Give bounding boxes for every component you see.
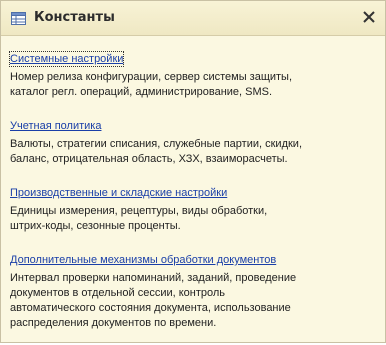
document-mechanisms-link[interactable]: Дополнительные механизмы обработки докум… <box>10 253 276 267</box>
constants-window: Константы Системные настройки Номер рели… <box>0 0 386 343</box>
accounting-policy-description: Валюты, стратегии списания, служебные па… <box>10 138 302 165</box>
system-settings-description: Номер релиза конфигурации, сервер систем… <box>10 71 293 98</box>
production-warehouse-link[interactable]: Производственные и складские настройки <box>10 186 227 200</box>
section-document-mechanisms: Дополнительные механизмы обработки докум… <box>10 248 378 331</box>
title-bar: Константы <box>1 1 385 36</box>
close-icon[interactable] <box>361 9 377 25</box>
window-title: Константы <box>34 10 115 25</box>
sections-list: Системные настройки Номер релиза конфигу… <box>8 47 378 345</box>
accounting-policy-link[interactable]: Учетная политика <box>10 119 101 133</box>
section-accounting-policy: Учетная политика Валюты, стратегии списа… <box>10 114 378 167</box>
section-system-settings: Системные настройки Номер релиза конфигу… <box>8 47 378 100</box>
section-production-warehouse: Производственные и складские настройки Е… <box>10 181 378 234</box>
production-warehouse-description: Единицы измерения, рецептуры, виды обраб… <box>10 205 268 232</box>
document-mechanisms-description: Интервал проверки напоминаний, заданий, … <box>10 272 297 329</box>
grid-table-icon <box>11 12 26 25</box>
system-settings-link[interactable]: Системные настройки <box>8 51 125 67</box>
